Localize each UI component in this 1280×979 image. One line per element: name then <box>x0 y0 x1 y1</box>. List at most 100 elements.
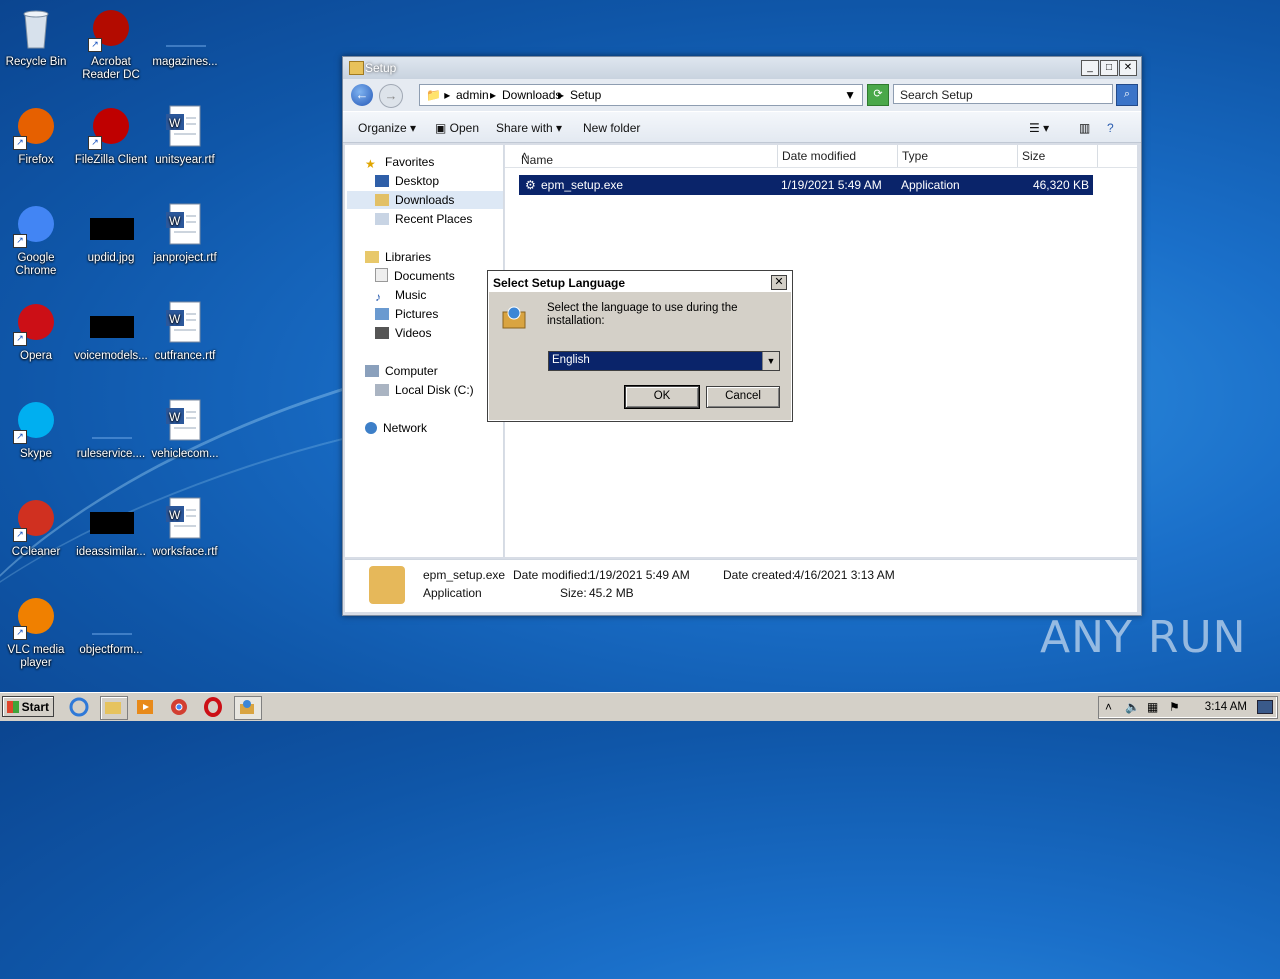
media-player-icon[interactable] <box>134 696 160 718</box>
back-button[interactable]: ← <box>351 84 373 106</box>
word-doc-icon: W <box>162 104 208 150</box>
show-hidden-icons-icon[interactable]: ˄ <box>1105 700 1112 714</box>
minimize-button[interactable]: _ <box>1081 60 1099 76</box>
breadcrumb-setup[interactable]: Setup <box>570 88 601 102</box>
column-name[interactable]: Name ˄ <box>521 149 553 167</box>
nav-music[interactable]: ♪ Music <box>375 286 426 304</box>
setup-box-icon <box>501 304 527 330</box>
desktop-icon-label: Google Chrome <box>15 252 57 277</box>
explorer-taskbar-icon[interactable] <box>100 696 128 720</box>
details-size: 45.2 MB <box>589 586 634 600</box>
search-icon[interactable]: ⌕ <box>1116 84 1138 106</box>
language-select[interactable]: English ▼ <box>548 351 780 371</box>
setup-exe-icon: ⚙ <box>525 178 536 192</box>
desktop-icon-4[interactable]: ↗ FileZilla Client <box>71 104 151 167</box>
word-doc-icon: W <box>162 300 208 346</box>
column-type[interactable]: Type <box>902 149 928 163</box>
refresh-button[interactable]: ⟳ <box>867 84 889 106</box>
address-row: ← → 📁 ▸ admin ▸ Downloads ▸ Setup ▼ ⟳ Se… <box>343 79 1141 111</box>
show-desktop-icon[interactable] <box>1257 700 1273 714</box>
desktop-icon-label: objectform... <box>79 644 143 656</box>
desktop-icon-3[interactable]: ↗ Firefox <box>0 104 76 167</box>
svg-text:W: W <box>169 116 181 130</box>
share-with-button[interactable]: Share with ▾ <box>496 121 562 135</box>
desktop-icon-1[interactable]: ↗ Acrobat Reader DC <box>71 6 151 82</box>
breadcrumb-downloads[interactable]: Downloads <box>502 88 561 102</box>
desktop-icon-label: updid.jpg <box>87 252 135 264</box>
nav-network[interactable]: Network <box>365 419 427 437</box>
column-date-modified[interactable]: Date modified <box>782 149 856 163</box>
desktop-icon-14[interactable]: Wvehiclecom... <box>145 398 225 461</box>
start-button[interactable]: Start <box>2 696 54 717</box>
recycle-bin-icon <box>13 6 59 52</box>
cancel-button[interactable]: Cancel <box>706 386 780 408</box>
image-file-icon <box>88 496 134 542</box>
address-dropdown-icon[interactable]: ▼ <box>844 88 856 102</box>
desktop-icon-12[interactable]: ↗ Skype <box>0 398 76 461</box>
desktop-icon-15[interactable]: ↗ CCleaner <box>0 496 76 559</box>
nav-videos[interactable]: Videos <box>375 324 431 342</box>
maximize-button[interactable]: □ <box>1100 60 1118 76</box>
explorer-titlebar[interactable]: Setup _ □ ✕ <box>343 57 1141 79</box>
search-input[interactable]: Search Setup <box>893 84 1113 104</box>
breadcrumb-admin[interactable]: admin <box>456 88 489 102</box>
desktop-icon-6[interactable]: ↗ Google Chrome <box>0 202 76 278</box>
desktop-icon-label: vehiclecom... <box>151 448 219 460</box>
desktop-icon-18[interactable]: ↗ VLC media player <box>0 594 76 670</box>
opera-taskbar-icon[interactable] <box>202 696 228 718</box>
forward-button[interactable]: → <box>379 84 403 108</box>
disk-icon <box>375 384 389 396</box>
dialog-titlebar[interactable]: Select Setup Language ✕ <box>489 272 791 292</box>
desktop-icon-2[interactable]: magazines... <box>145 6 225 69</box>
table-row[interactable]: ⚙ epm_setup.exe 1/19/2021 5:49 AM Applic… <box>519 175 1093 195</box>
volume-icon[interactable]: 🔈 <box>1125 700 1140 714</box>
nav-recent-places[interactable]: Recent Places <box>375 210 472 228</box>
desktop-icon-16[interactable]: ideassimilar... <box>71 496 151 559</box>
nav-desktop[interactable]: Desktop <box>375 172 439 190</box>
desktop-icon-label: magazines... <box>152 56 218 68</box>
desktop-icon-label: VLC media player <box>7 644 65 669</box>
nav-documents[interactable]: Documents <box>375 267 455 285</box>
desktop-icon-label: Recycle Bin <box>5 56 67 68</box>
clock[interactable]: 3:14 AM <box>1205 701 1247 713</box>
chrome-taskbar-icon[interactable] <box>168 696 194 718</box>
open-button[interactable]: ▣ Open <box>435 121 479 135</box>
desktop-icon-label: Firefox <box>18 154 54 166</box>
nav-local-disk[interactable]: Local Disk (C:) <box>375 381 474 399</box>
desktop-icon-9[interactable]: ↗ Opera <box>0 300 76 363</box>
star-icon: ★ <box>365 157 376 171</box>
help-icon[interactable]: ? <box>1107 121 1114 135</box>
desktop-icon-5[interactable]: Wunitsyear.rtf <box>145 104 225 167</box>
chevron-down-icon[interactable]: ▼ <box>762 352 779 370</box>
dialog-close-button[interactable]: ✕ <box>771 275 787 290</box>
action-center-flag-icon[interactable]: ⚑ <box>1169 700 1180 714</box>
desktop-icon-10[interactable]: voicemodels... <box>71 300 151 363</box>
nav-libraries[interactable]: Libraries <box>365 248 431 266</box>
nav-downloads[interactable]: Downloads <box>347 191 503 209</box>
setup-taskbar-icon[interactable] <box>234 696 262 720</box>
desktop-icon-11[interactable]: Wcutfrance.rtf <box>145 300 225 363</box>
vlc-icon: ↗ <box>13 594 59 640</box>
desktop-icon-8[interactable]: Wjanproject.rtf <box>145 202 225 265</box>
nav-computer[interactable]: Computer <box>365 362 438 380</box>
address-bar[interactable]: 📁 ▸ admin ▸ Downloads ▸ Setup ▼ <box>419 84 863 106</box>
desktop-icon-13[interactable]: ruleservice.... <box>71 398 151 461</box>
close-button[interactable]: ✕ <box>1119 60 1137 76</box>
network-tray-icon[interactable]: ▦ <box>1147 700 1158 714</box>
desktop-icon-7[interactable]: updid.jpg <box>71 202 151 265</box>
nav-favorites[interactable]: ★ Favorites <box>365 153 434 171</box>
desktop-icon-0[interactable]: Recycle Bin <box>0 6 76 69</box>
desktop-icon-19[interactable]: objectform... <box>71 594 151 657</box>
new-folder-button[interactable]: New folder <box>583 121 640 135</box>
nav-pictures[interactable]: Pictures <box>375 305 438 323</box>
preview-pane-icon[interactable]: ▥ <box>1079 121 1090 135</box>
ok-button[interactable]: OK <box>624 385 700 409</box>
opera-icon: ↗ <box>13 300 59 346</box>
organize-button[interactable]: Organize ▾ <box>358 121 416 135</box>
language-dialog: Select Setup Language ✕ Select the langu… <box>487 270 793 422</box>
file-size: 46,320 KB <box>1032 178 1089 192</box>
desktop-icon-17[interactable]: Wworksface.rtf <box>145 496 225 559</box>
ie-icon[interactable] <box>68 696 94 718</box>
column-size[interactable]: Size <box>1022 149 1045 163</box>
view-options-icon[interactable]: ☰ ▾ <box>1029 121 1049 135</box>
